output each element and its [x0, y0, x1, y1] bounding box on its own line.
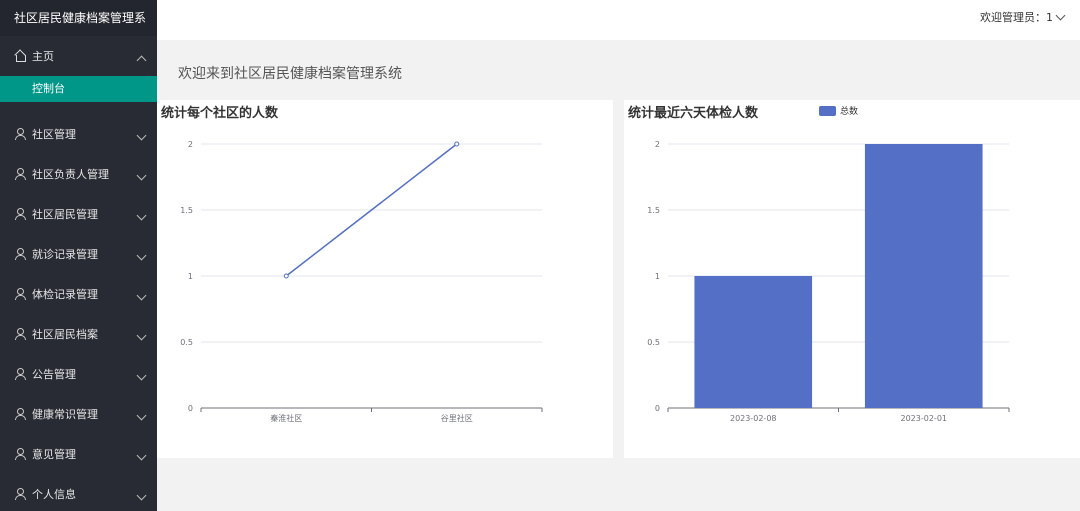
top-bar: 欢迎管理员：1 — [157, 0, 1080, 40]
y-tick-label: 1.5 — [647, 206, 660, 215]
chevron-down-icon — [136, 330, 147, 341]
sidebar-item-label: 社区管理 — [32, 128, 76, 141]
sidebar-item[interactable]: 个人信息 — [0, 474, 157, 511]
y-tick-label: 0 — [655, 404, 660, 413]
sidebar-item[interactable]: 体检记录管理 — [0, 274, 157, 314]
sidebar-item-label: 体检记录管理 — [32, 288, 98, 301]
sidebar-item[interactable]: 社区居民管理 — [0, 194, 157, 234]
chevron-down-icon — [136, 370, 147, 381]
sidebar-item-label: 健康常识管理 — [32, 408, 98, 421]
y-tick-label: 0.5 — [180, 338, 193, 347]
welcome-text: 欢迎来到社区居民健康档案管理系统 — [178, 66, 402, 82]
chart-legend[interactable]: 总数 — [819, 104, 858, 117]
legend-label: 总数 — [840, 107, 859, 117]
chevron-up-icon — [136, 55, 147, 66]
x-tick-label: 2023-02-08 — [730, 414, 777, 423]
chart-title: 统计最近六天体检人数 — [628, 106, 759, 121]
user-icon — [14, 128, 26, 140]
x-tick-label: 谷里社区 — [441, 413, 473, 423]
bar — [694, 276, 813, 408]
chart-title: 统计每个社区的人数 — [161, 106, 279, 121]
sidebar: 社区居民健康档案管理系 主页 控制台 社区管理社区负责人管理 社区居民管理 就诊记录… — [0, 0, 157, 511]
y-tick-label: 2 — [655, 140, 660, 149]
sidebar-item[interactable]: 意见管理 — [0, 434, 157, 474]
x-tick-label: 秦淮社区 — [270, 413, 302, 423]
x-tick-label: 2023-02-01 — [901, 414, 948, 423]
user-menu-label: 欢迎管理员：1 — [980, 11, 1053, 24]
chevron-down-icon — [136, 410, 147, 421]
chevron-down-icon — [136, 210, 147, 221]
y-tick-label: 0 — [188, 404, 193, 413]
sidebar-item[interactable]: 社区管理 — [0, 114, 157, 154]
y-tick-label: 1 — [188, 272, 193, 281]
sidebar-item-label: 就诊记录管理 — [32, 248, 98, 261]
sidebar-item[interactable]: 就诊记录管理 — [0, 234, 157, 274]
y-tick-label: 2 — [188, 140, 193, 149]
chevron-down-icon — [136, 450, 147, 461]
sidebar-item-label: 公告管理 — [32, 368, 76, 381]
data-point — [283, 273, 289, 279]
sidebar-subitem-dashboard[interactable]: 控制台 — [0, 76, 157, 102]
data-point — [454, 141, 460, 147]
user-icon — [14, 168, 26, 180]
y-tick-label: 1.5 — [180, 206, 193, 215]
legend-swatch — [819, 105, 836, 116]
sidebar-item[interactable]: 公告管理 — [0, 354, 157, 394]
sidebar-item-label: 社区居民档案 — [32, 328, 98, 341]
user-icon — [14, 328, 26, 340]
sidebar-item[interactable]: 社区居民档案 — [0, 314, 157, 354]
sidebar-item[interactable]: 健康常识管理 — [0, 394, 157, 434]
community-count-chart-panel: 0 0.5 1 1.5 2 秦淮社区 谷里社区 统计每个社区的人数 — [157, 100, 613, 458]
user-icon — [14, 248, 26, 260]
chevron-down-icon — [136, 170, 147, 181]
user-icon — [14, 488, 26, 500]
chevron-down-icon — [1055, 10, 1066, 20]
chevron-down-icon — [136, 130, 147, 141]
user-icon — [14, 408, 26, 420]
sidebar-item-label: 社区负责人管理 — [32, 168, 109, 181]
sidebar-item-label: 个人信息 — [32, 488, 76, 501]
user-icon — [14, 368, 26, 380]
user-icon — [14, 208, 26, 220]
y-tick-label: 1 — [655, 272, 660, 281]
checkup-count-chart-panel: 0 0.5 1 1.5 2 2023-02-08 2023-02-01 统计最近六天体检人数… — [624, 100, 1080, 458]
home-icon — [14, 50, 26, 62]
sidebar-item[interactable]: 社区负责人管理 — [0, 154, 157, 194]
chevron-down-icon — [136, 250, 147, 261]
bar-chart: 0 0.5 1 1.5 2 2023-02-08 2023-02-01 — [647, 140, 1010, 423]
y-tick-label: 0.5 — [647, 338, 660, 347]
line-chart: 0 0.5 1 1.5 2 秦淮社区 谷里社区 — [180, 140, 543, 423]
chevron-down-icon — [136, 290, 147, 301]
user-icon — [14, 448, 26, 460]
chevron-down-icon — [136, 490, 147, 501]
sidebar-item-label: 社区居民管理 — [32, 208, 98, 221]
sidebar-item-home[interactable]: 主页 — [0, 36, 157, 76]
sidebar-item-label: 主页 — [32, 50, 54, 63]
sidebar-item-label: 意见管理 — [32, 448, 76, 461]
bar — [864, 144, 983, 408]
user-menu[interactable]: 欢迎管理员：1 — [980, 9, 1066, 25]
app-title: 社区居民健康档案管理系 — [0, 0, 157, 36]
user-icon — [14, 288, 26, 300]
